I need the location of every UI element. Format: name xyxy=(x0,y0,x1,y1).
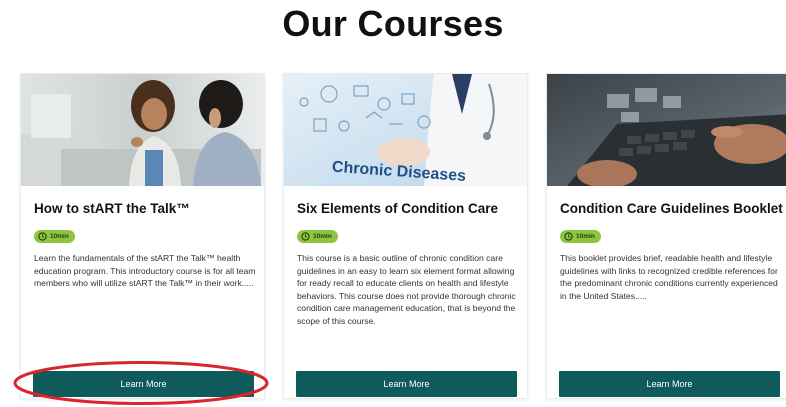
course-title: Condition Care Guidelines Booklet xyxy=(560,201,783,216)
course-description: This booklet provides brief, readable he… xyxy=(560,253,778,301)
course-description: Learn the fundamentals of the stART the … xyxy=(34,253,256,289)
course-card-guidelines-booklet: Condition Care Guidelines Booklet 10min … xyxy=(546,73,786,399)
clock-icon xyxy=(38,232,47,241)
duration-badge: 10min xyxy=(560,230,601,243)
course-image-keyboard[interactable] xyxy=(547,74,786,186)
course-card-start-the-talk: How to stART the Talk™ 10min Learn the f… xyxy=(20,73,265,399)
course-title: Six Elements of Condition Care xyxy=(297,201,499,216)
learn-more-button[interactable]: Learn More xyxy=(296,371,517,397)
course-description: This course is a basic outline of chroni… xyxy=(297,253,516,326)
course-image-chronic-diseases[interactable]: Chronic Diseases xyxy=(284,74,527,186)
clock-icon xyxy=(301,232,310,241)
learn-more-button[interactable]: Learn More xyxy=(33,371,254,397)
page-title: Our Courses xyxy=(282,3,504,44)
duration-badge: 10min xyxy=(297,230,338,243)
duration-text: 10min xyxy=(50,233,69,240)
course-image-women-talking[interactable] xyxy=(21,74,264,186)
course-card-six-elements: Chronic Diseases Six Elements of Conditi… xyxy=(283,73,528,399)
clock-icon xyxy=(564,232,573,241)
course-title: How to stART the Talk™ xyxy=(34,201,190,216)
duration-text: 10min xyxy=(313,233,332,240)
learn-more-button[interactable]: Learn More xyxy=(559,371,780,397)
duration-text: 10min xyxy=(576,233,595,240)
duration-badge: 10min xyxy=(34,230,75,243)
